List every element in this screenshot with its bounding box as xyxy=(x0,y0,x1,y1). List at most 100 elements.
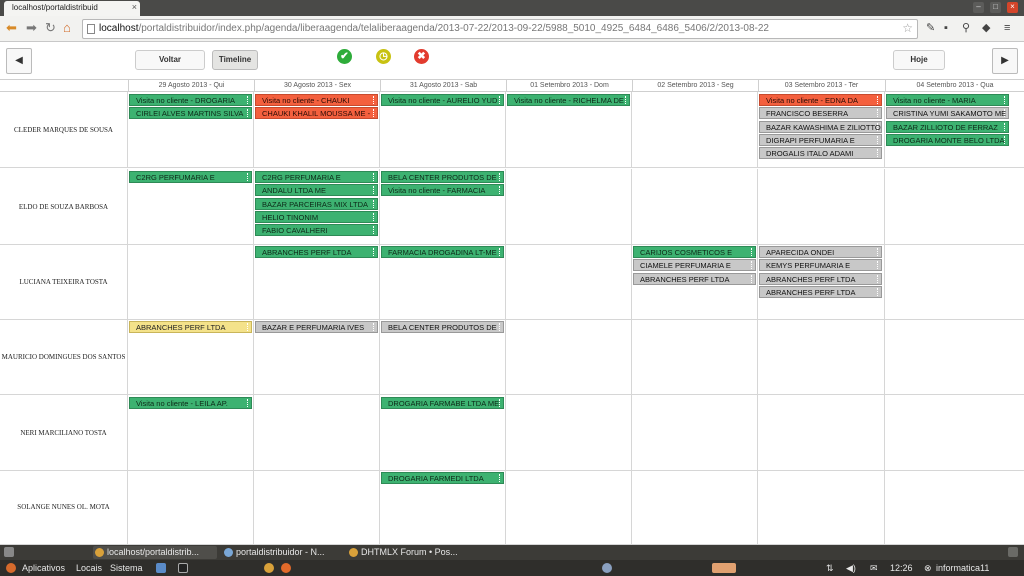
event-item[interactable]: BAZAR KAWASHIMA E ZILIOTTO xyxy=(759,120,882,133)
username-text[interactable]: informatica11 xyxy=(936,562,989,574)
maximize-icon[interactable]: □ xyxy=(990,2,1001,13)
event-item[interactable]: BAZAR ZILLIOTO DE FERRAZ xyxy=(886,120,1009,133)
event-item[interactable]: FABIO CAVALHERI xyxy=(255,224,378,237)
show-desktop-icon[interactable] xyxy=(4,547,14,557)
event-item[interactable]: ABRANCHES PERF LTDA xyxy=(255,246,378,258)
column-divider xyxy=(757,319,758,394)
browser-tab[interactable]: localhost/portaldistribuid × xyxy=(4,1,140,16)
timeline-row: NERI MARCILIANO TOSTA Visita no cliente -… xyxy=(0,395,1024,471)
menu-sistema[interactable]: Sistema xyxy=(110,562,143,574)
trash-icon[interactable] xyxy=(1008,547,1018,557)
mail-icon[interactable]: ✉ xyxy=(870,562,878,574)
column-divider xyxy=(379,244,380,319)
event-item[interactable]: FRANCISCO BESERRA xyxy=(759,107,882,120)
row-label: NERI MARCILIANO TOSTA xyxy=(0,395,128,470)
event-item[interactable]: ANDALU LTDA ME xyxy=(255,184,378,197)
chrome-tray-icon[interactable] xyxy=(712,563,736,573)
column-divider xyxy=(884,395,885,470)
event-item[interactable]: DROGALIS ITALO ADAMI xyxy=(759,147,882,160)
voltar-button[interactable]: Voltar xyxy=(135,50,205,70)
event-item[interactable]: BAZAR PARCEIRAS MIX LTDA xyxy=(255,197,378,210)
bookmark-star-icon[interactable]: ☆ xyxy=(902,21,913,35)
tab-close-icon[interactable]: × xyxy=(132,2,137,12)
task-forum[interactable]: DHTMLX Forum • Pos... xyxy=(347,546,471,559)
extension-icon[interactable]: ◆ xyxy=(982,22,990,34)
close-window-icon[interactable]: × xyxy=(1007,2,1018,13)
event-item[interactable]: BAZAR E PERFUMARIA IVES xyxy=(255,321,378,333)
event-item[interactable]: ABRANCHES PERF LTDA xyxy=(759,272,882,285)
next-period-button[interactable]: ▶ xyxy=(992,48,1018,74)
reload-icon[interactable]: ↻ xyxy=(45,21,56,35)
event-item[interactable]: Visita no cliente - FARMACIA xyxy=(381,184,504,197)
prev-period-button[interactable]: ◀ xyxy=(6,48,32,74)
event-item[interactable]: CRISTINA YUMI SAKAMOTO ME xyxy=(886,107,1009,120)
event-item[interactable]: DIGRAPI PERFUMARIA E xyxy=(759,133,882,146)
event-item[interactable]: CARIJOS COSMETICOS E xyxy=(633,246,756,258)
event-item[interactable]: Visita no cliente - LEILA AP. xyxy=(129,397,252,409)
terminal-launcher-icon[interactable] xyxy=(178,563,188,573)
approve-icon[interactable]: ✔ xyxy=(337,49,352,64)
column-divider xyxy=(757,244,758,319)
task-netbeans[interactable]: portaldistribuidor - N... xyxy=(222,546,344,559)
date-header-cell: 04 Setembro 2013 - Qua xyxy=(885,80,1024,92)
desktop-taskbar: localhost/portaldistrib... portaldistrib… xyxy=(0,545,1024,576)
event-item[interactable]: ABRANCHES PERF LTDA xyxy=(633,272,756,285)
menu-aplicativos[interactable]: Aplicativos xyxy=(22,562,65,574)
event-item[interactable]: ABRANCHES PERF LTDA xyxy=(759,285,882,298)
event-item[interactable]: CIRLEI ALVES MARTINS SILVA xyxy=(129,107,252,120)
event-item[interactable]: BELA CENTER PRODUTOS DE xyxy=(381,321,504,333)
minimize-icon[interactable]: – xyxy=(973,2,984,13)
address-bar[interactable]: localhost/portaldistribuidor/index.php/a… xyxy=(82,19,918,39)
column-divider xyxy=(253,244,254,319)
chrome-launcher-icon[interactable] xyxy=(264,563,274,573)
event-item[interactable]: DROGARIA FARMABE LTDA ME xyxy=(381,397,504,409)
power-icon[interactable]: ⊗ xyxy=(924,562,932,574)
event-item[interactable]: Visita no cliente - CHAUKI xyxy=(255,94,378,106)
firefox-launcher-icon[interactable] xyxy=(281,563,291,573)
column-divider xyxy=(884,92,885,167)
event-item[interactable]: APARECIDA ONDEI xyxy=(759,246,882,258)
hoje-button[interactable]: Hoje xyxy=(893,50,945,70)
terminal-icon[interactable]: ▪ xyxy=(944,22,948,34)
network-tray-icon[interactable]: ⇅ xyxy=(826,562,834,574)
volume-icon[interactable]: ◀) xyxy=(846,562,856,574)
forward-icon[interactable]: ➡ xyxy=(26,21,37,35)
network-globe-icon[interactable] xyxy=(602,563,612,573)
extension-tools-icon[interactable]: ✎ xyxy=(926,22,935,34)
event-item[interactable]: CIAMELE PERFUMARIA E xyxy=(633,259,756,272)
event-item[interactable]: Visita no cliente - DROGARIA xyxy=(129,94,252,106)
event-item[interactable]: Visita no cliente - EDNA DA xyxy=(759,94,882,106)
event-item[interactable]: BELA CENTER PRODUTOS DE xyxy=(381,171,504,183)
window-list-panel: localhost/portaldistrib... portaldistrib… xyxy=(0,545,1024,560)
column-divider xyxy=(253,92,254,167)
event-item[interactable]: ABRANCHES PERF LTDA xyxy=(129,321,252,333)
back-icon[interactable]: ⬅ xyxy=(6,21,17,35)
event-item[interactable]: Visita no cliente - AURELIO YUD xyxy=(381,94,504,106)
event-item[interactable]: Visita no cliente - RICHELMA DE xyxy=(507,94,630,106)
url-path: /portaldistribuidor/index.php/agenda/lib… xyxy=(138,23,769,34)
clock-text[interactable]: 12:26 xyxy=(890,562,913,574)
column-divider xyxy=(884,244,885,319)
menu-locais[interactable]: Locais xyxy=(76,562,102,574)
event-item[interactable]: DROGARIA MONTE BELO LTDA xyxy=(886,133,1009,146)
home-icon[interactable]: ⌂ xyxy=(63,21,71,35)
column-divider xyxy=(253,169,254,244)
timeline-button[interactable]: Timeline xyxy=(212,50,258,70)
event-item[interactable]: DROGARIA FARMEDI LTDA xyxy=(381,472,504,484)
magnifier-icon[interactable]: ⚲ xyxy=(962,22,970,34)
pending-clock-icon[interactable]: ◷ xyxy=(376,49,391,64)
event-item[interactable]: KEMYS PERFUMARIA E xyxy=(759,259,882,272)
date-header-cell: 02 Setembro 2013 - Seg xyxy=(632,80,758,92)
event-item[interactable]: CHAUKI KHALIL MOUSSA ME - xyxy=(255,107,378,120)
event-item[interactable]: FARMACIA DROGADINA LT-ME xyxy=(381,246,504,258)
column-divider xyxy=(379,395,380,470)
event-item[interactable]: Visita no cliente - MARIA xyxy=(886,94,1009,106)
launcher-icon[interactable] xyxy=(156,563,166,573)
column-divider xyxy=(253,470,254,544)
event-item[interactable]: C2RG PERFUMARIA E xyxy=(129,171,252,183)
menu-icon[interactable]: ≡ xyxy=(1004,22,1010,34)
task-browser[interactable]: localhost/portaldistrib... xyxy=(93,546,217,559)
event-item[interactable]: HELIO TINONIM xyxy=(255,210,378,223)
event-item[interactable]: C2RG PERFUMARIA E xyxy=(255,171,378,183)
reject-icon[interactable]: ✖ xyxy=(414,49,429,64)
